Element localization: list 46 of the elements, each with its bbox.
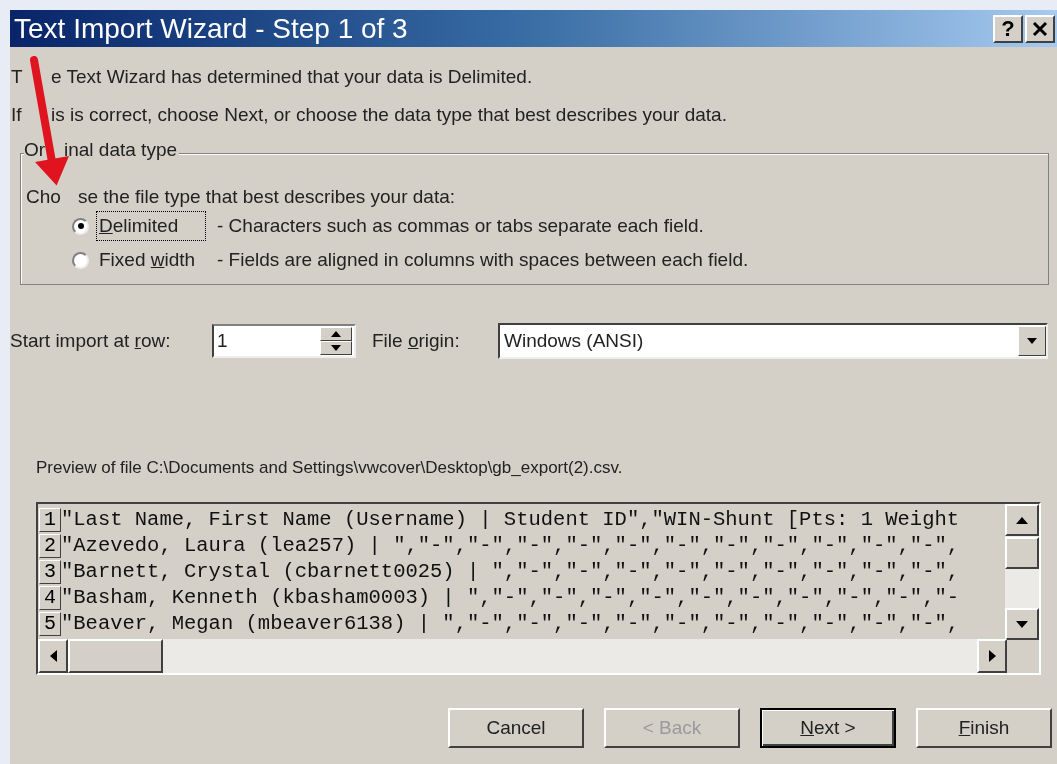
row-number: 2 [39, 534, 61, 558]
wizard-button[interactable]: Finish [916, 708, 1052, 748]
spin-value: 1 [216, 328, 229, 353]
option-description: - Fields are aligned in columns with spaces between each field. [217, 247, 749, 272]
row-number: 1 [39, 508, 61, 532]
intro-text: is is correct, choose Next, or choose the data type that best describes your data. [51, 102, 727, 127]
radio-button[interactable] [72, 217, 89, 235]
row-number: 4 [39, 586, 61, 610]
spin-up-icon[interactable] [320, 327, 352, 341]
wizard-button[interactable]: Next > [760, 708, 896, 748]
close-icon [1032, 20, 1048, 37]
horizontal-scrollbar[interactable] [38, 639, 1007, 673]
preview-caption: Preview of file C:\Documents and Settings\vwcover\Desktop\gb_export(2).csv. [36, 457, 624, 479]
help-button[interactable]: ? [993, 14, 1023, 43]
scroll-down-icon[interactable] [1005, 608, 1039, 640]
close-button[interactable] [1025, 14, 1055, 43]
scroll-thumb[interactable] [1005, 537, 1039, 569]
preview-row: "Azevedo, Laura (lea257) | ","-","-","-","-","-","-","-","-","-","-","-", [61, 534, 960, 558]
intro-text: If [11, 102, 23, 127]
prompt-text: se the file type that best describes your data: [78, 184, 456, 209]
spin-down-icon[interactable] [320, 341, 352, 355]
row-number: 5 [39, 612, 61, 636]
option-label[interactable]: Delimited [97, 211, 205, 241]
intro-text: e Text Wizard has determined that your data is Delimited. [51, 64, 533, 89]
row-number: 3 [39, 560, 61, 584]
scroll-left-icon[interactable] [38, 639, 68, 673]
scroll-thumb[interactable] [68, 639, 163, 673]
prompt-text: Cho [26, 184, 62, 209]
dropdown-value: Windows (ANSI) [503, 328, 645, 353]
file-origin-label: File origin: [372, 328, 461, 353]
option-label[interactable]: Fixed width [97, 245, 205, 275]
window-title: Text Import Wizard - Step 1 of 3 [14, 14, 408, 43]
preview-row: "Basham, Kenneth (kbasham0003) | ","-","-","-","-","-","-","-","-","-","- [61, 586, 960, 610]
scroll-right-icon[interactable] [977, 639, 1007, 673]
start-row-label: Start import at row: [10, 328, 172, 353]
option-description: - Characters such as commas or tabs separate each field. [217, 213, 704, 238]
spin-field[interactable]: 1 [212, 324, 356, 358]
preview-row: "Barnett, Crystal (cbarnett0025) | ","-","-","-","-","-","-","-","-","-", [61, 560, 960, 584]
intro-text: T [11, 64, 24, 89]
scroll-up-icon[interactable] [1005, 504, 1039, 536]
wizard-button[interactable]: Cancel [448, 708, 584, 748]
file-origin-dropdown[interactable]: Windows (ANSI) [498, 323, 1048, 359]
preview-row: "Beaver, Megan (mbeaver6138) | ","-","-","-","-","-","-","-","-","-","-", [61, 612, 960, 636]
radio-button[interactable] [72, 251, 89, 269]
preview-row: "Last Name, First Name (Username) | Student ID","WIN-Shunt [Pts: 1 Weight [61, 508, 960, 532]
vertical-scrollbar[interactable] [1005, 504, 1039, 640]
